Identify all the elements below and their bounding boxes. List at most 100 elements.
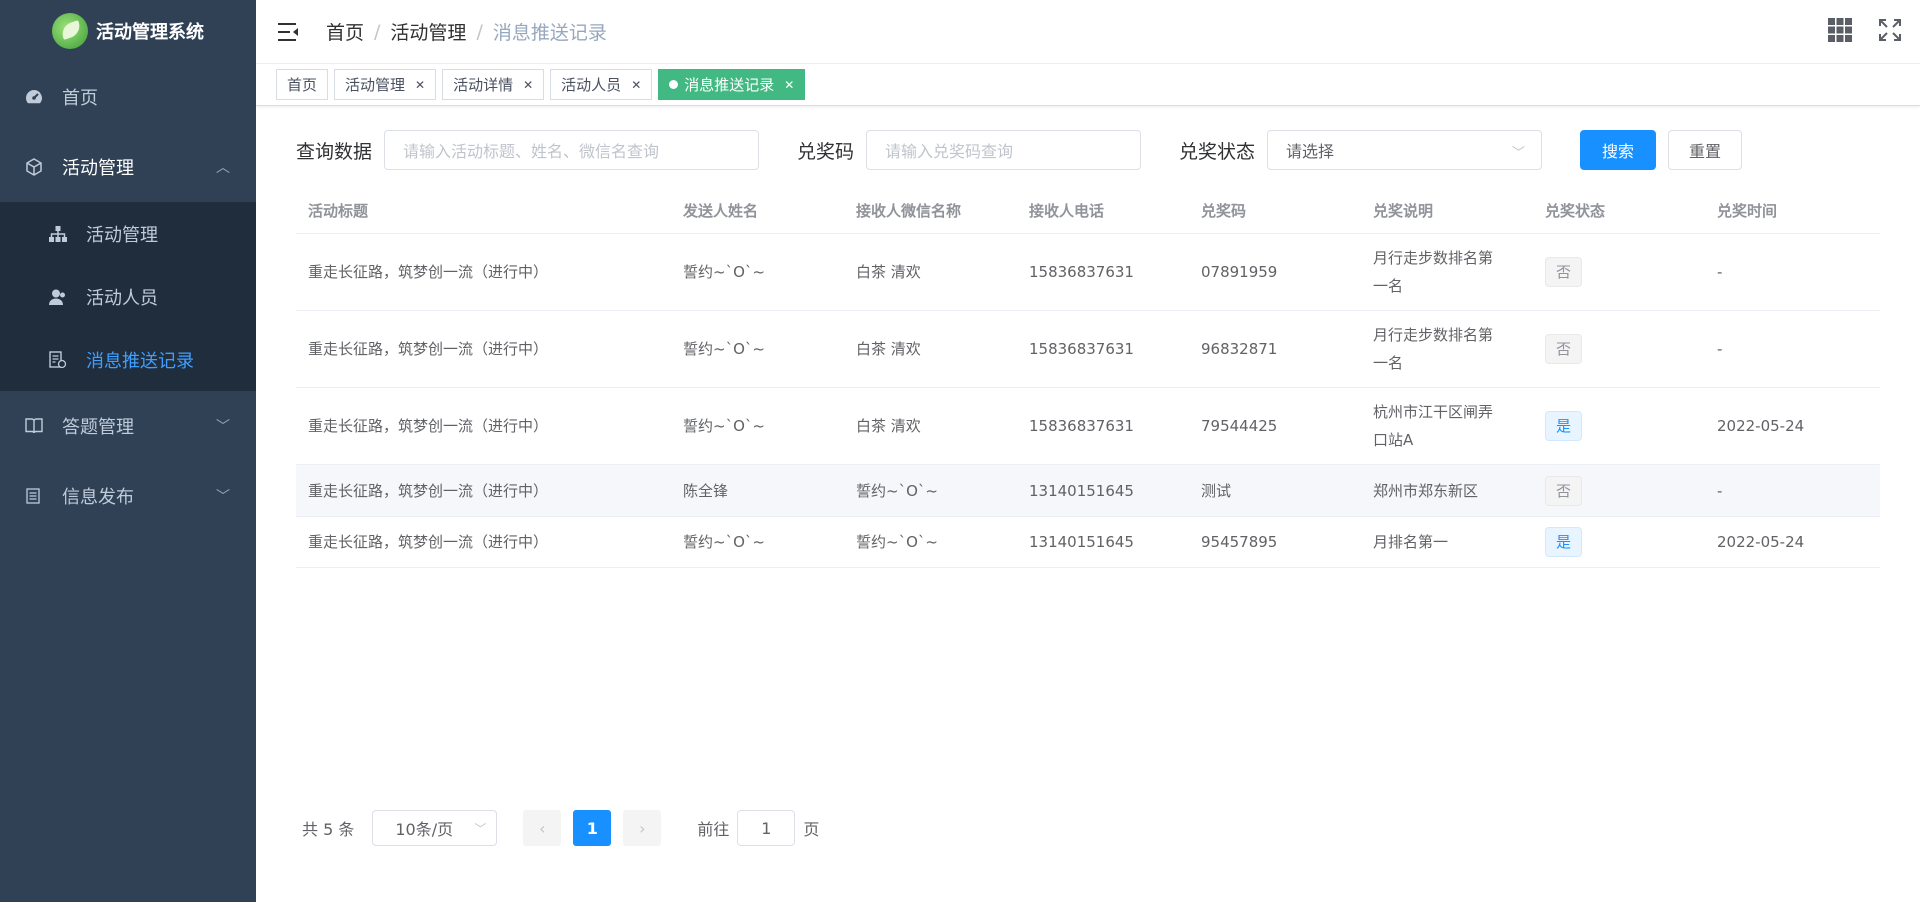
column-header: 兑奖说明 [1373, 201, 1434, 220]
query-placeholder: 请输入活动标题、姓名、微信名查询 [403, 142, 660, 161]
tag-activity-people[interactable]: 活动人员 ✕ [550, 69, 653, 100]
column-header: 兑奖状态 [1545, 201, 1606, 220]
hamburger-menu-icon[interactable] [278, 22, 300, 41]
table-row[interactable]: 重走长征路，筑梦创一流（进行中） 誓约~`O`~ 白茶 清欢 158368376… [296, 234, 1880, 311]
table-cell: 誓约~`O`~ [683, 417, 765, 435]
tag-label: 活动管理 [345, 76, 406, 94]
tree-icon [48, 225, 68, 242]
fullscreen-icon[interactable] [1878, 18, 1902, 46]
table-cell: 是 [1533, 527, 1705, 557]
close-icon[interactable]: ✕ [523, 78, 533, 92]
breadcrumb: 首页 / 活动管理 / 消息推送记录 [326, 18, 607, 45]
table-cell: 07891959 [1201, 263, 1278, 281]
column-header: 接收人微信名称 [856, 201, 962, 220]
sidebar: 活动管理系统 首页 活动管理 ︿ 活动管理 活动人员 消息推送记录 答题管理 ﹀… [0, 0, 256, 902]
column-header: 接收人电话 [1029, 201, 1105, 220]
column-header: 兑奖时间 [1717, 201, 1778, 220]
goto-page-input[interactable]: 1 [737, 810, 796, 846]
sidebar-item-activity[interactable]: 活动管理 ︿ [0, 132, 256, 202]
sidebar-item-quiz[interactable]: 答题管理 ﹀ [0, 391, 256, 461]
search-button[interactable]: 搜索 [1580, 130, 1657, 170]
table-cell: 陈全锋 [683, 481, 729, 500]
navbar-actions [1828, 18, 1902, 46]
table-cell: 2022-05-24 [1717, 417, 1805, 435]
close-icon[interactable]: ✕ [415, 78, 425, 92]
breadcrumb-home[interactable]: 首页 [326, 18, 364, 45]
next-page-button[interactable]: › [623, 810, 662, 846]
breadcrumb-activity[interactable]: 活动管理 [390, 18, 466, 45]
table-cell: 誓约~`O`~ [856, 533, 938, 551]
close-icon[interactable]: ✕ [631, 78, 641, 92]
breadcrumb-separator: / [476, 20, 483, 43]
grid-icon[interactable] [1828, 18, 1852, 46]
table-cell: 否 [1533, 257, 1705, 287]
sidebar-item-info-publish[interactable]: 信息发布 ﹀ [0, 461, 256, 531]
table-cell: 白茶 清欢 [856, 340, 921, 358]
tag-label: 活动人员 [561, 76, 622, 94]
code-label: 兑奖码 [797, 140, 855, 163]
breadcrumb-current: 消息推送记录 [492, 22, 607, 44]
chevron-down-icon: ﹀ [216, 419, 230, 435]
sidebar-subitem-activity-manage[interactable]: 活动管理 [0, 202, 256, 265]
table-cell: 郑州市郑东新区 [1373, 481, 1479, 500]
status-select[interactable]: 请选择 ﹀ [1267, 130, 1543, 170]
code-input[interactable]: 请输入兑奖码查询 [866, 130, 1142, 170]
tag-push-records[interactable]: 消息推送记录 ✕ [658, 69, 806, 100]
sidebar-item-label: 首页 [62, 88, 98, 109]
leaf-logo-icon [52, 13, 88, 49]
table-cell: - [1717, 263, 1723, 281]
table-cell: 杭州市江干区闸弄口站A [1373, 403, 1494, 449]
status-badge: 是 [1545, 411, 1583, 441]
user-icon [48, 289, 68, 305]
table-cell: 15836837631 [1029, 263, 1134, 281]
table-cell: 否 [1533, 334, 1705, 364]
code-placeholder: 请输入兑奖码查询 [885, 142, 1014, 161]
close-icon[interactable]: ✕ [784, 78, 794, 92]
table-row[interactable]: 重走长征路，筑梦创一流（进行中） 陈全锋 誓约~`O`~ 13140151645… [296, 465, 1880, 517]
chevron-right-icon: › [639, 818, 646, 838]
table-cell: 13140151645 [1029, 481, 1134, 500]
sidebar-subitem-push-records[interactable]: 消息推送记录 [0, 328, 256, 391]
query-input[interactable]: 请输入活动标题、姓名、微信名查询 [384, 130, 760, 170]
table-cell: - [1717, 340, 1723, 358]
table-cell: 重走长征路，筑梦创一流（进行中） [308, 263, 549, 281]
logo[interactable]: 活动管理系统 [0, 0, 256, 62]
prev-page-button[interactable]: ‹ [523, 810, 562, 846]
table-cell: 誓约~`O`~ [683, 533, 765, 551]
column-header: 发送人姓名 [683, 201, 759, 220]
active-dot-icon [669, 80, 679, 89]
table-row[interactable]: 重走长征路，筑梦创一流（进行中） 誓约~`O`~ 白茶 清欢 158368376… [296, 388, 1880, 465]
document-icon [48, 350, 68, 369]
chevron-up-icon: ︿ [216, 160, 230, 176]
page-size-value: 10条/页 [395, 820, 454, 839]
tag-label: 消息推送记录 [684, 76, 775, 94]
sidebar-item-home[interactable]: 首页 [0, 62, 256, 132]
tag-activity-manage[interactable]: 活动管理 ✕ [334, 69, 437, 100]
table-cell: 重走长征路，筑梦创一流（进行中） [308, 417, 549, 435]
chevron-down-icon: ﹀ [474, 822, 487, 836]
tag-home[interactable]: 首页 [276, 69, 329, 100]
reset-button[interactable]: 重置 [1668, 130, 1743, 170]
tags-view: 首页 活动管理 ✕ 活动详情 ✕ 活动人员 ✕ 消息推送记录 ✕ [256, 64, 1920, 106]
sidebar-subitem-activity-people[interactable]: 活动人员 [0, 265, 256, 328]
tag-label: 首页 [287, 76, 318, 94]
status-badge: 否 [1545, 475, 1583, 506]
table-cell: 15836837631 [1029, 417, 1134, 435]
page-number-button[interactable]: 1 [573, 810, 612, 846]
goto-label: 前往 [697, 820, 730, 839]
table-row[interactable]: 重走长征路，筑梦创一流（进行中） 誓约~`O`~ 誓约~`O`~ 1314015… [296, 517, 1880, 568]
app-title: 活动管理系统 [96, 22, 204, 43]
breadcrumb-separator: / [374, 20, 381, 43]
chevron-down-icon: ﹀ [216, 489, 230, 505]
page-size-select[interactable]: 10条/页 ﹀ [372, 810, 498, 846]
table-row[interactable]: 重走长征路，筑梦创一流（进行中） 誓约~`O`~ 白茶 清欢 158368376… [296, 311, 1880, 388]
list-icon [24, 488, 44, 504]
table-cell: 誓约~`O`~ [683, 340, 765, 358]
table-cell: 重走长征路，筑梦创一流（进行中） [308, 340, 549, 358]
table-cell: 月行走步数排名第一名 [1373, 249, 1494, 295]
table-cell: 测试 [1201, 481, 1232, 500]
tag-activity-detail[interactable]: 活动详情 ✕ [442, 69, 545, 100]
sidebar-item-label: 活动管理 [62, 158, 134, 179]
status-badge: 是 [1545, 527, 1583, 557]
table-cell: 月排名第一 [1373, 533, 1449, 551]
